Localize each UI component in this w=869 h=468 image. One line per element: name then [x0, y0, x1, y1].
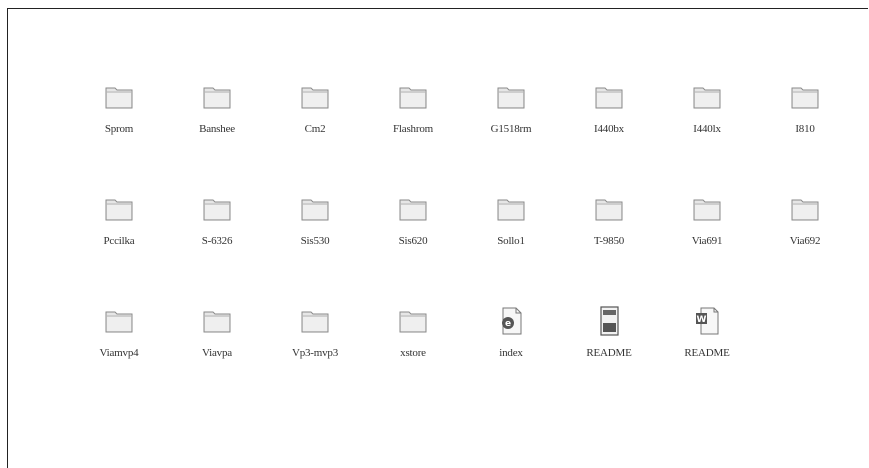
item-label: I440bx	[594, 123, 624, 135]
folder-icon	[395, 79, 431, 115]
item-label: Sprom	[104, 123, 134, 135]
file-icon-grid: Sprom Banshee Cm2 Flashrom G1518rm I440bx I440…	[70, 79, 868, 415]
item-label: README	[586, 347, 632, 359]
folder-item[interactable]: I440bx	[560, 79, 658, 191]
folder-item[interactable]: Banshee	[168, 79, 266, 191]
item-label: Cm2	[304, 123, 326, 135]
folder-item[interactable]: S-6326	[168, 191, 266, 303]
svg-text:W: W	[697, 315, 707, 325]
folder-item[interactable]: Sis620	[364, 191, 462, 303]
item-label: Via691	[691, 235, 723, 247]
folder-icon	[297, 79, 333, 115]
item-label: Viamvp4	[99, 347, 139, 359]
folder-item[interactable]: Sis530	[266, 191, 364, 303]
text-document-icon	[591, 303, 627, 339]
file-item[interactable]: W README	[658, 303, 756, 415]
word-document-icon: W	[689, 303, 725, 339]
folder-icon	[297, 303, 333, 339]
folder-icon	[493, 79, 529, 115]
folder-icon	[101, 303, 137, 339]
item-label: I440lx	[693, 123, 721, 135]
folder-icon	[689, 191, 725, 227]
folder-item[interactable]: G1518rm	[462, 79, 560, 191]
item-label: xstore	[400, 347, 426, 359]
item-label: Vp3-mvp3	[291, 347, 339, 359]
folder-icon	[591, 191, 627, 227]
item-label: Sis620	[398, 235, 428, 247]
folder-icon	[199, 303, 235, 339]
item-label: Via692	[789, 235, 821, 247]
folder-icon	[591, 79, 627, 115]
folder-item[interactable]: Cm2	[266, 79, 364, 191]
folder-icon	[395, 191, 431, 227]
html-document-icon: e	[493, 303, 529, 339]
folder-item[interactable]: Vp3-mvp3	[266, 303, 364, 415]
folder-icon	[395, 303, 431, 339]
item-label: I810	[795, 123, 815, 135]
folder-item[interactable]: Flashrom	[364, 79, 462, 191]
folder-item[interactable]: Sprom	[70, 79, 168, 191]
item-label: S-6326	[201, 235, 233, 247]
folder-icon	[199, 191, 235, 227]
folder-item[interactable]: Viavpa	[168, 303, 266, 415]
item-label: index	[499, 347, 523, 359]
folder-icon	[493, 191, 529, 227]
folder-item[interactable]: I810	[756, 79, 854, 191]
folder-item[interactable]: Via691	[658, 191, 756, 303]
file-browser-pane: Sprom Banshee Cm2 Flashrom G1518rm I440bx I440…	[7, 8, 868, 468]
folder-icon	[689, 79, 725, 115]
folder-icon	[297, 191, 333, 227]
folder-item[interactable]: I440lx	[658, 79, 756, 191]
item-label: Flashrom	[393, 123, 433, 135]
item-label: Banshee	[199, 123, 235, 135]
folder-item[interactable]: T-9850	[560, 191, 658, 303]
folder-item[interactable]: Via692	[756, 191, 854, 303]
folder-icon	[787, 191, 823, 227]
item-label: T-9850	[593, 235, 625, 247]
item-label: Pccilka	[103, 235, 135, 247]
folder-item[interactable]: Sollo1	[462, 191, 560, 303]
file-item[interactable]: README	[560, 303, 658, 415]
folder-icon	[101, 191, 137, 227]
item-label: Sis530	[300, 235, 330, 247]
folder-item[interactable]: Viamvp4	[70, 303, 168, 415]
folder-item[interactable]: Pccilka	[70, 191, 168, 303]
item-label: G1518rm	[490, 123, 532, 135]
folder-icon	[787, 79, 823, 115]
item-label: Sollo1	[497, 235, 525, 247]
folder-item[interactable]: xstore	[364, 303, 462, 415]
folder-icon	[101, 79, 137, 115]
folder-icon	[199, 79, 235, 115]
item-label: Viavpa	[202, 347, 232, 359]
item-label: README	[684, 347, 730, 359]
svg-text:e: e	[505, 319, 511, 329]
file-item[interactable]: e index	[462, 303, 560, 415]
